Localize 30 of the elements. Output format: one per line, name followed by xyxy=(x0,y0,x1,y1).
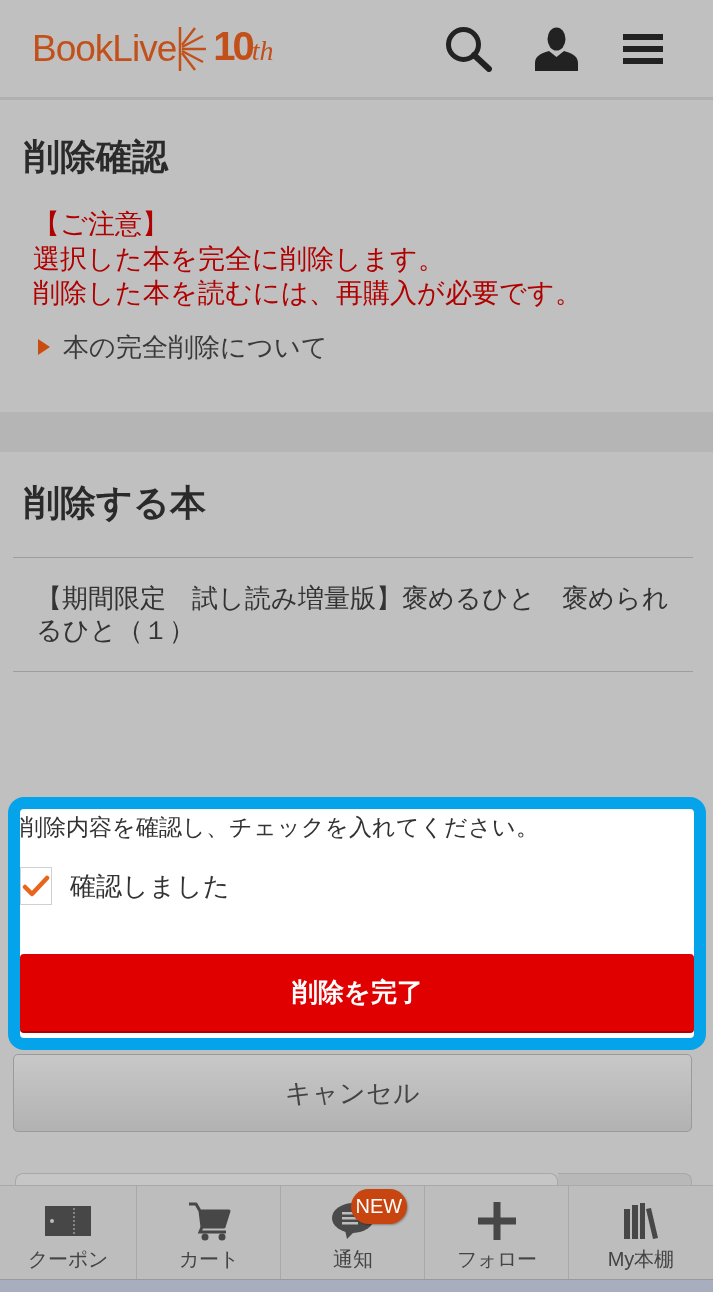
nav-item[interactable]: NEW 通知 xyxy=(280,1186,424,1279)
checkmark-icon xyxy=(22,875,50,897)
triangle-icon xyxy=(38,338,50,355)
search-field[interactable] xyxy=(15,1173,558,1185)
nav-item[interactable]: カート xyxy=(136,1186,280,1279)
user-icon[interactable] xyxy=(535,26,578,71)
ticket-icon xyxy=(45,1206,91,1236)
cart-icon xyxy=(186,1201,231,1241)
nav-item[interactable]: My本棚 xyxy=(568,1186,713,1279)
warning-text: 削除した本を読むには、再購入が必要です。 xyxy=(33,277,582,310)
nav-item[interactable]: フォロー xyxy=(424,1186,568,1279)
sunburst-icon xyxy=(177,24,208,73)
warning-text: 選択した本を完全に削除します。 xyxy=(33,242,445,276)
warning-heading: 【ご注意】 xyxy=(33,208,169,241)
nav-item[interactable]: クーポン xyxy=(0,1186,136,1279)
checkbox-label[interactable]: 確認しました xyxy=(70,869,230,903)
logo-anniversary-text: 10th xyxy=(213,24,274,70)
about-deletion-link[interactable]: 本の完全削除について xyxy=(38,329,328,364)
complete-delete-button[interactable]: 削除を完了 xyxy=(20,954,694,1033)
section-title: 削除確認 xyxy=(24,135,168,178)
book-title: 【期間限定 試し読み増量版】褒めるひと 褒められるひと（１） xyxy=(36,582,670,646)
instruction-text: 削除内容を確認し、チェックを入れてください。 xyxy=(20,813,539,842)
books-icon xyxy=(624,1203,658,1239)
new-badge: NEW xyxy=(350,1189,408,1224)
cancel-button[interactable]: キャンセル xyxy=(13,1054,692,1132)
section-title: 削除する本 xyxy=(24,481,206,524)
menu-icon[interactable] xyxy=(623,33,663,64)
search-icon[interactable] xyxy=(445,25,492,72)
confirm-checkbox[interactable] xyxy=(20,867,52,905)
plus-icon xyxy=(477,1202,516,1240)
